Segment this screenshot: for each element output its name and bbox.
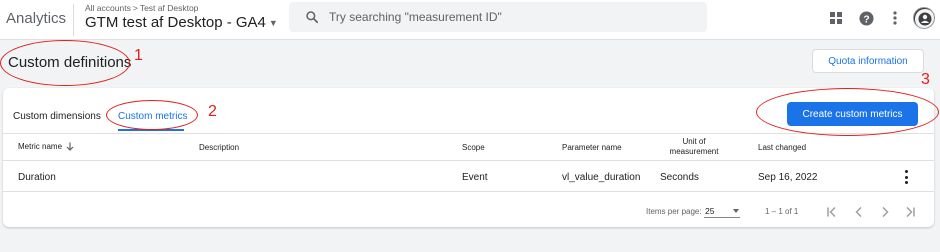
annotation-number-2: 2 — [208, 103, 217, 120]
annotation-number-3: 3 — [921, 71, 930, 88]
next-page-icon[interactable] — [878, 205, 892, 219]
table-bottom-divider — [3, 191, 934, 192]
column-header-label: Metric name — [18, 142, 63, 151]
annotation-number-1: 1 — [134, 47, 143, 64]
cell-scope: Event — [462, 172, 488, 183]
caret-down-icon: ▼ — [268, 18, 278, 29]
table-header-divider — [3, 160, 934, 161]
items-per-page-select[interactable]: 25 — [704, 205, 740, 218]
column-header-unit: Unit of measurement — [664, 137, 724, 157]
apps-grid-icon[interactable] — [828, 10, 844, 26]
pagination-range: 1 – 1 of 1 — [765, 207, 799, 216]
annotation-ellipse-1 — [0, 40, 130, 86]
cell-unit: Seconds — [660, 172, 699, 183]
column-header-unit-line2: measurement — [669, 147, 719, 156]
property-selector[interactable]: GTM test af Desktop - GA4 ▼ — [85, 14, 278, 31]
header-divider — [73, 4, 74, 36]
column-header-description: Description — [199, 143, 240, 152]
breadcrumb-separator: > — [132, 3, 138, 13]
tab-custom-dimensions[interactable]: Custom dimensions — [13, 111, 101, 122]
annotation-ellipse-3 — [756, 88, 939, 136]
more-vert-icon[interactable] — [887, 10, 903, 26]
column-header-metric-name[interactable]: Metric name — [18, 142, 74, 151]
previous-page-icon[interactable] — [852, 205, 866, 219]
column-header-scope: Scope — [462, 143, 485, 152]
column-header-parameter-name: Parameter name — [562, 143, 622, 152]
sort-arrow-down-icon — [66, 142, 74, 151]
column-header-last-changed: Last changed — [758, 143, 807, 152]
svg-text:?: ? — [863, 14, 869, 25]
search-bar[interactable] — [289, 2, 707, 32]
column-header-unit-line1: Unit of — [682, 137, 706, 146]
first-page-icon[interactable] — [825, 205, 839, 219]
cell-metric-name: Duration — [18, 172, 56, 183]
table-top-divider — [3, 133, 934, 134]
dropdown-arrow-icon — [733, 209, 739, 213]
cell-parameter-name: vl_value_duration — [562, 172, 641, 183]
account-avatar[interactable] — [913, 7, 935, 29]
annotation-ellipse-2 — [106, 100, 198, 130]
cell-last-changed: Sep 16, 2022 — [758, 172, 818, 183]
last-page-icon[interactable] — [903, 205, 917, 219]
items-per-page-label: Items per page: — [646, 207, 702, 216]
breadcrumb[interactable]: All accounts > Test af Desktop — [85, 3, 198, 13]
property-name: GTM test af Desktop - GA4 — [85, 14, 266, 31]
help-icon[interactable]: ? — [858, 10, 874, 26]
search-input[interactable] — [329, 7, 689, 27]
items-per-page-value: 25 — [705, 206, 715, 216]
search-icon — [306, 11, 319, 24]
top-app-bar: Analytics All accounts > Test af Desktop G… — [0, 0, 940, 40]
quota-information-button[interactable]: Quota information — [812, 49, 924, 73]
breadcrumb-account[interactable]: Test af Desktop — [140, 3, 199, 13]
app-name[interactable]: Analytics — [6, 10, 66, 27]
row-more-options-icon[interactable] — [902, 170, 910, 184]
breadcrumb-root[interactable]: All accounts — [85, 3, 131, 13]
